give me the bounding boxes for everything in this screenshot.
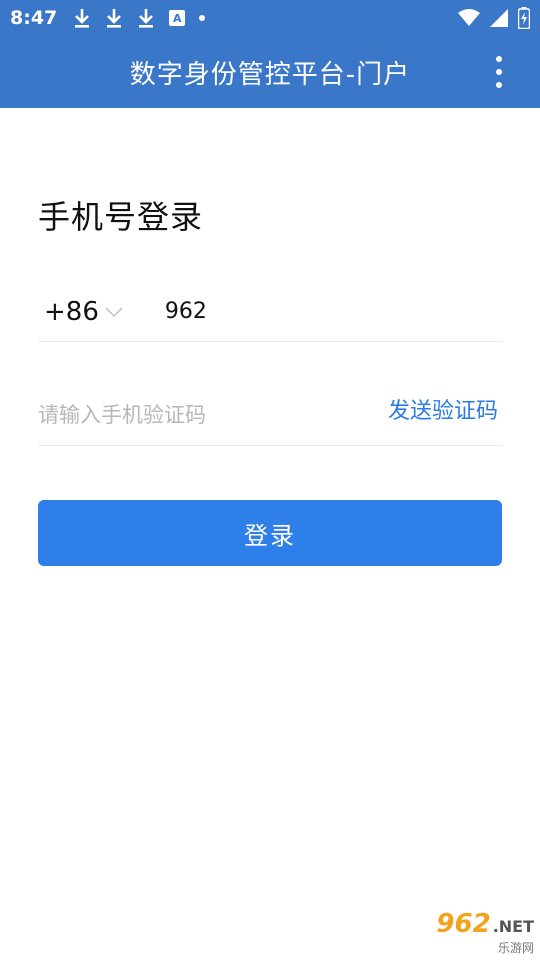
status-system-icons bbox=[458, 7, 530, 29]
watermark-net: .NET bbox=[492, 916, 534, 936]
login-heading: 手机号登录 bbox=[38, 198, 204, 236]
signal-icon bbox=[490, 9, 508, 27]
battery-icon bbox=[518, 7, 530, 29]
dot-icon bbox=[199, 15, 206, 21]
more-vertical-icon[interactable] bbox=[492, 56, 506, 88]
code-field-row: 发送验证码 bbox=[38, 384, 502, 446]
country-code-selector[interactable]: +86 bbox=[44, 297, 123, 327]
download-icon bbox=[107, 9, 122, 28]
verification-code-input[interactable] bbox=[38, 402, 338, 427]
chevron-down-icon bbox=[105, 306, 123, 317]
country-code-value: +86 bbox=[44, 296, 99, 327]
watermark-number: 962 bbox=[436, 908, 491, 939]
download-icon bbox=[75, 9, 90, 28]
page-title: 数字身份管控平台-门户 bbox=[129, 59, 411, 90]
send-code-button[interactable]: 发送验证码 bbox=[388, 393, 498, 425]
a-icon: A bbox=[169, 10, 186, 26]
status-notification-icons: A bbox=[73, 7, 206, 29]
watermark-logo: 962 .NET 乐游网 bbox=[402, 908, 534, 955]
status-bar: 8:47 A bbox=[0, 0, 540, 36]
watermark-subtitle: 乐游网 bbox=[497, 940, 534, 955]
download-icon bbox=[139, 9, 154, 28]
phone-field-row: +86 bbox=[38, 282, 502, 342]
wifi-icon bbox=[458, 9, 480, 26]
status-time: 8:47 bbox=[10, 7, 58, 29]
login-button[interactable]: 登录 bbox=[38, 500, 502, 566]
app-bar: 数字身份管控平台-门户 bbox=[0, 36, 540, 108]
phone-input[interactable] bbox=[164, 299, 465, 324]
